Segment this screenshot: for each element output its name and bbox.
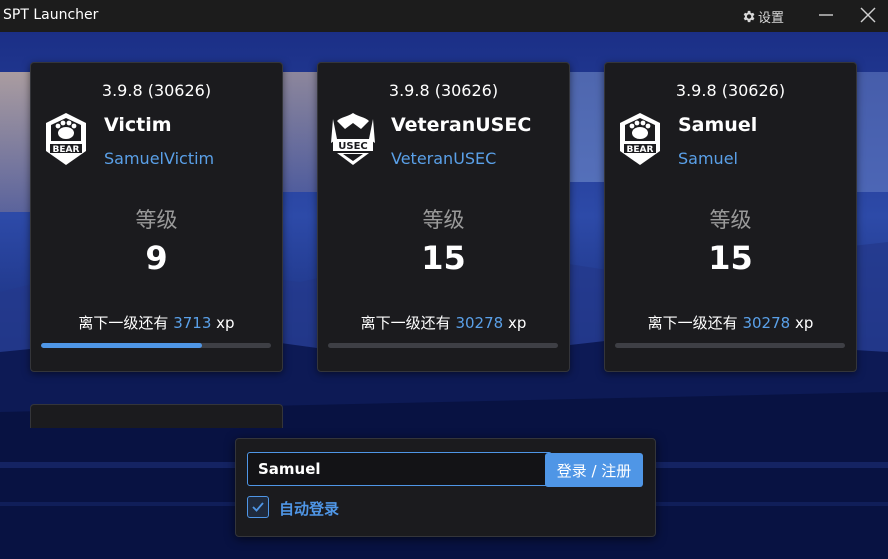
close-icon [860, 7, 876, 23]
profile-username: SamuelVictim [104, 149, 215, 168]
settings-button[interactable]: 设置 [741, 6, 784, 26]
close-button[interactable] [856, 4, 880, 28]
profile-name: Victim [104, 114, 172, 136]
profile-username: VeteranUSEC [391, 149, 497, 168]
level-value: 9 [145, 239, 168, 277]
login-register-button[interactable]: 登录 / 注册 [545, 453, 643, 487]
profile-name: Samuel [678, 114, 758, 136]
profile-name: VeteranUSEC [391, 114, 532, 136]
profile-username: Samuel [678, 149, 738, 168]
level-value: 15 [708, 239, 753, 277]
bear-faction-icon: BEAR [46, 113, 86, 165]
svg-text:BEAR: BEAR [53, 145, 80, 155]
level-label: 等级 [709, 208, 752, 232]
xp-prefix: 离下一级还有 [647, 314, 738, 332]
xp-suffix: xp [216, 314, 235, 332]
profile-version: 3.9.8 (30626) [675, 81, 786, 100]
level-label: 等级 [422, 208, 465, 232]
auto-login-label[interactable]: 自动登录 [279, 498, 339, 519]
xp-progress-bar [615, 343, 845, 348]
xp-suffix: xp [794, 314, 814, 332]
app-title: SPT Launcher [3, 7, 99, 23]
level-value: 15 [421, 239, 466, 277]
profile-card-partial[interactable] [30, 404, 283, 428]
gear-icon [743, 10, 755, 22]
minimize-button[interactable] [814, 4, 838, 28]
xp-remaining-value: 30278 [742, 314, 791, 332]
xp-suffix: xp [507, 314, 527, 332]
xp-remaining-value: 30278 [455, 314, 504, 332]
level-label: 等级 [135, 208, 178, 232]
settings-label: 设置 [758, 10, 785, 26]
xp-progress-fill [41, 343, 202, 348]
auto-login-checkbox[interactable] [247, 496, 269, 518]
minimize-icon [819, 14, 833, 16]
xp-progress-bar [328, 343, 558, 348]
title-bar: SPT Launcher 设置 [0, 0, 888, 32]
login-panel: 登录 / 注册 自动登录 [235, 438, 656, 537]
profile-card-samuel[interactable]: 3.9.8 (30626) BEAR Samuel Samuel 等级 15 离… [604, 62, 857, 372]
xp-remaining-text: 离下一级还有 30278 xp [318, 312, 569, 333]
profile-card-victim[interactable]: 3.9.8 (30626) BEAR Victim SamuelVictim 等… [30, 62, 283, 372]
xp-remaining-text: 离下一级还有 3713 xp [31, 312, 282, 333]
xp-prefix: 离下一级还有 [78, 314, 169, 332]
profile-card-veteranusec[interactable]: 3.9.8 (30626) USEC VeteranUSEC VeteranUS… [317, 62, 570, 372]
svg-text:USEC: USEC [338, 141, 368, 152]
usec-faction-icon: USEC [331, 113, 375, 165]
username-input[interactable] [247, 452, 552, 486]
profile-version: 3.9.8 (30626) [388, 81, 499, 100]
xp-remaining-text: 离下一级还有 30278 xp [605, 312, 856, 333]
svg-text:BEAR: BEAR [627, 145, 654, 155]
bear-faction-icon: BEAR [620, 113, 660, 165]
xp-progress-bar [41, 343, 271, 348]
xp-prefix: 离下一级还有 [360, 314, 451, 332]
profile-version: 3.9.8 (30626) [101, 81, 212, 100]
checkmark-icon [252, 502, 264, 512]
xp-remaining-value: 3713 [173, 314, 212, 332]
